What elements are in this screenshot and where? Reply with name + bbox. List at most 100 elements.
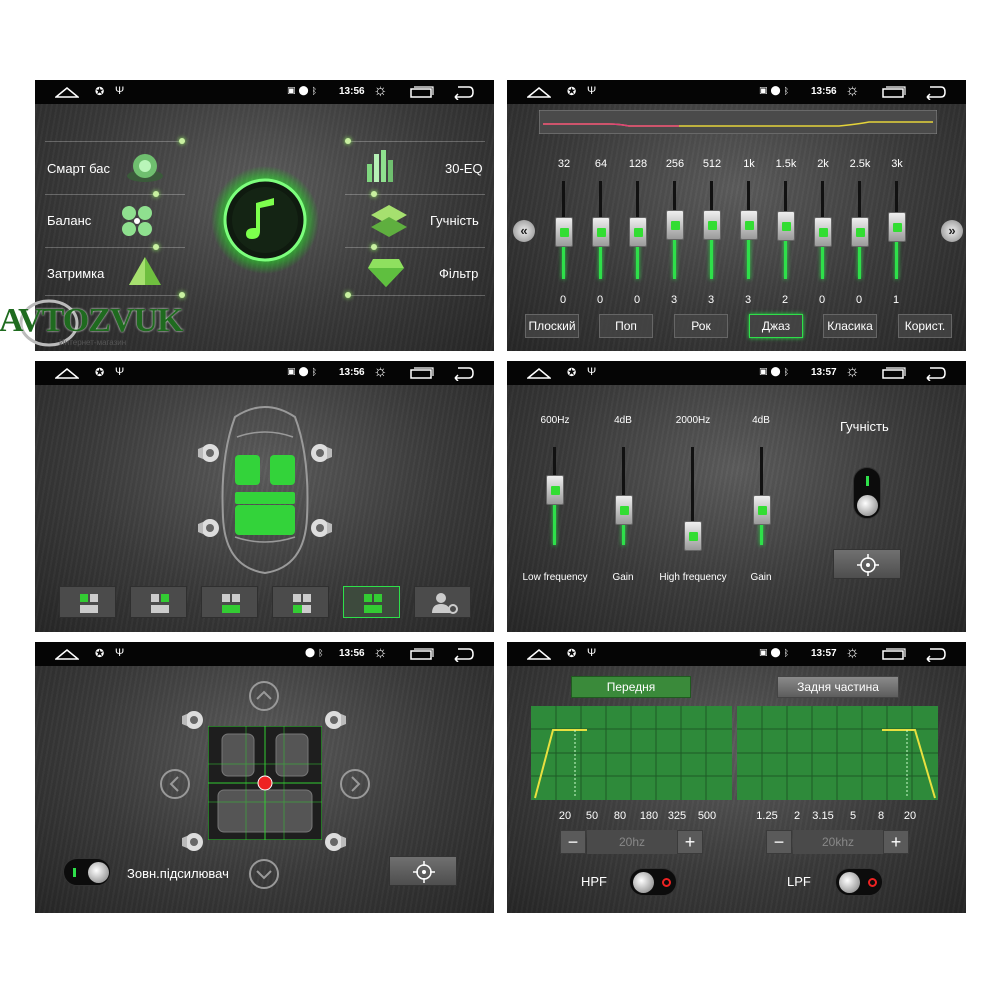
tab-front[interactable]: Передня [571, 676, 691, 698]
eq-band-1-slider[interactable] [592, 181, 610, 279]
reset-center-button[interactable] [833, 549, 901, 579]
eq-band-knob[interactable] [592, 217, 610, 247]
lpf-response-graph[interactable] [737, 706, 938, 800]
eq-band-2-slider[interactable] [629, 181, 647, 279]
left-arrow-button[interactable] [159, 768, 191, 800]
home-icon[interactable] [55, 367, 79, 379]
home-icon[interactable] [527, 367, 551, 379]
eq-band-knob[interactable] [740, 210, 758, 240]
balance-seat-grid[interactable] [208, 726, 322, 840]
eq-band-knob[interactable] [888, 212, 906, 242]
delay-icon[interactable] [127, 255, 163, 289]
lpf-increase-button[interactable]: + [883, 830, 909, 854]
recent-apps-icon[interactable] [882, 367, 906, 379]
eq-band-5-slider[interactable] [740, 181, 758, 279]
brightness-icon[interactable]: ☼ [373, 82, 388, 100]
menu-item-30eq[interactable]: 30-EQ [445, 161, 483, 176]
back-icon[interactable] [452, 365, 474, 381]
back-icon[interactable] [924, 646, 946, 662]
eq-band-0-slider[interactable] [555, 181, 573, 279]
preset-button-2[interactable]: Рок [674, 314, 728, 338]
menu-item-filter[interactable]: Фільтр [439, 266, 478, 281]
menu-item-smart-bass[interactable]: Смарт бас [47, 161, 110, 176]
back-icon[interactable] [924, 365, 946, 381]
back-icon[interactable] [452, 84, 474, 100]
eq-band-4-slider[interactable] [703, 181, 721, 279]
brightness-icon[interactable]: ☼ [845, 363, 860, 381]
speaker-front-left-icon[interactable] [197, 441, 219, 465]
recent-apps-icon[interactable] [882, 86, 906, 98]
speaker-rear-right-icon[interactable] [311, 516, 333, 540]
recent-apps-icon[interactable] [882, 648, 906, 660]
low-frequency-slider[interactable] [546, 447, 564, 545]
30eq-icon[interactable] [365, 148, 395, 184]
menu-item-volume[interactable]: Гучність [430, 213, 479, 228]
eq-band-knob[interactable] [777, 211, 795, 241]
menu-item-balance[interactable]: Баланс [47, 213, 91, 228]
hpf-increase-button[interactable]: + [677, 830, 703, 854]
filter-gem-icon[interactable] [367, 257, 405, 289]
right-arrow-button[interactable] [339, 768, 371, 800]
preset-button-0[interactable]: Плоский [525, 314, 579, 338]
music-center-icon[interactable] [210, 165, 320, 275]
brightness-icon[interactable]: ☼ [373, 644, 388, 662]
speaker-rear-left-icon[interactable] [197, 516, 219, 540]
eq-band-6-slider[interactable] [777, 181, 795, 279]
seat-mode-3-button[interactable] [201, 586, 258, 618]
seat-mode-4-button[interactable] [272, 586, 329, 618]
high-gain-slider[interactable] [753, 447, 771, 545]
loudness-toggle[interactable] [853, 467, 881, 519]
prev-page-button[interactable]: « [513, 220, 535, 242]
eq-band-3-slider[interactable] [666, 181, 684, 279]
lpf-decrease-button[interactable]: − [766, 830, 792, 854]
preset-button-4[interactable]: Класика [823, 314, 877, 338]
reset-center-button[interactable] [389, 856, 457, 886]
preset-button-5[interactable]: Корист. [898, 314, 952, 338]
speaker-rear-right-icon[interactable] [325, 830, 347, 854]
home-icon[interactable] [527, 86, 551, 98]
recent-apps-icon[interactable] [410, 648, 434, 660]
eq-band-knob[interactable] [703, 210, 721, 240]
brightness-icon[interactable]: ☼ [373, 363, 388, 381]
preset-button-3[interactable]: Джаз [749, 314, 803, 338]
recent-apps-icon[interactable] [410, 367, 434, 379]
tab-rear[interactable]: Задня частина [777, 676, 899, 698]
back-icon[interactable] [924, 84, 946, 100]
eq-band-knob[interactable] [666, 210, 684, 240]
up-arrow-button[interactable] [248, 680, 280, 712]
low-gain-slider[interactable] [615, 447, 633, 545]
preset-button-1[interactable]: Поп [599, 314, 653, 338]
hpf-response-graph[interactable] [531, 706, 732, 800]
user-settings-button[interactable] [414, 586, 471, 618]
smart-bass-icon[interactable] [125, 150, 165, 184]
eq-band-8-slider[interactable] [851, 181, 869, 279]
eq-band-knob[interactable] [629, 217, 647, 247]
speaker-front-right-icon[interactable] [311, 441, 333, 465]
down-arrow-button[interactable] [248, 858, 280, 890]
home-icon[interactable] [527, 648, 551, 660]
seat-mode-5-button[interactable] [343, 586, 400, 618]
recent-apps-icon[interactable] [410, 86, 434, 98]
external-amp-toggle[interactable] [63, 858, 111, 886]
high-frequency-slider[interactable] [684, 447, 702, 551]
eq-band-knob[interactable] [814, 217, 832, 247]
balance-icon[interactable] [117, 203, 157, 239]
speaker-front-right-icon[interactable] [325, 708, 347, 732]
seat-mode-2-button[interactable] [130, 586, 187, 618]
next-page-button[interactable]: » [941, 220, 963, 242]
hpf-decrease-button[interactable]: − [560, 830, 586, 854]
eq-band-knob[interactable] [555, 217, 573, 247]
volume-layers-icon[interactable] [369, 203, 409, 239]
hpf-toggle[interactable] [629, 868, 677, 896]
speaker-rear-left-icon[interactable] [181, 830, 203, 854]
home-icon[interactable] [55, 86, 79, 98]
eq-band-9-slider[interactable] [888, 181, 906, 279]
back-icon[interactable] [452, 646, 474, 662]
eq-band-7-slider[interactable] [814, 181, 832, 279]
menu-item-delay[interactable]: Затримка [47, 266, 104, 281]
lpf-toggle[interactable] [835, 868, 883, 896]
home-icon[interactable] [55, 648, 79, 660]
brightness-icon[interactable]: ☼ [845, 644, 860, 662]
eq-band-knob[interactable] [851, 217, 869, 247]
speaker-front-left-icon[interactable] [181, 708, 203, 732]
